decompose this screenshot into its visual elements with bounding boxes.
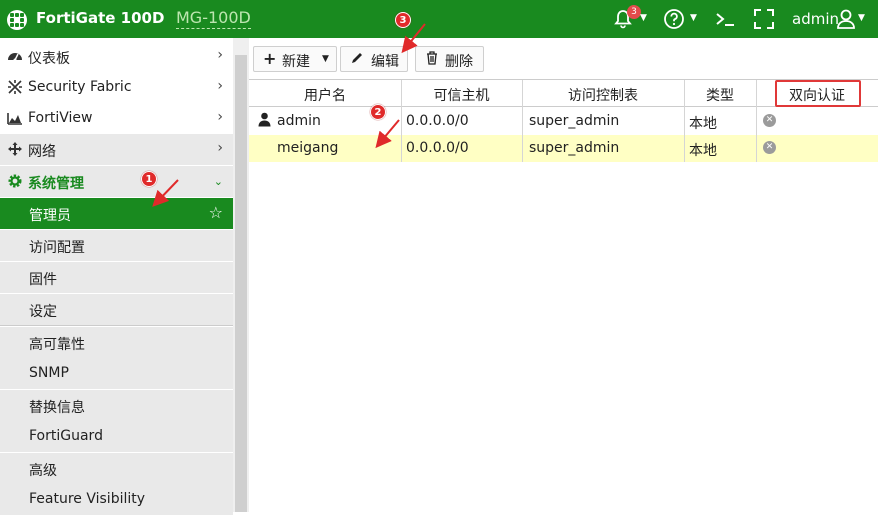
column-header-type[interactable]: 类型 [684,85,756,105]
annotation-marker-2: 2 [370,104,386,120]
device-model-link[interactable]: MG-100D [176,8,251,29]
sidebar-subitem-replacement-messages[interactable]: 替换信息 [0,390,233,421]
sidebar-item-label: 系统管理 [28,176,84,192]
sidebar-item-label: 替换信息 [29,400,85,416]
fullscreen-icon[interactable] [753,8,775,32]
cell-type: 本地 [689,143,717,159]
cli-console-icon[interactable] [714,8,736,32]
chevron-right-icon: › [217,109,223,125]
sidebar-item-label: 固件 [29,272,57,288]
notification-count-badge: 3 [627,5,641,19]
chevron-down-icon: ▼ [858,13,865,23]
cell-profile: super_admin [529,140,620,156]
sidebar-item-label: Feature Visibility [29,491,146,507]
disabled-x-icon: ✕ [763,141,776,154]
star-icon[interactable]: ☆ [209,203,223,222]
security-fabric-icon [7,79,23,95]
sidebar-item-network[interactable]: 网络 › [0,134,233,165]
edit-button-label: 编辑 [371,54,399,70]
sidebar-item-system[interactable]: 系统管理 ⌄ [0,166,233,197]
sidebar-item-dashboard[interactable]: 仪表板 › [0,41,233,72]
plus-icon: + [263,49,277,68]
sidebar-item-security-fabric[interactable]: Security Fabric › [0,72,233,103]
chevron-right-icon: › [217,47,223,63]
sidebar-item-label: SNMP [29,365,69,381]
sidebar-item-label: 高可靠性 [29,337,85,353]
column-divider [401,80,402,162]
sidebar-subitem-fortiguard[interactable]: FortiGuard [0,421,233,452]
sidebar-subitem-ha[interactable]: 高可靠性 [0,327,233,358]
new-button[interactable]: + 新建 ▼ [253,46,337,72]
gear-icon [7,173,23,189]
annotation-marker-3: 3 [395,12,411,28]
sidebar-subitem-firmware[interactable]: 固件 [0,262,233,293]
network-icon [7,141,23,157]
sidebar-item-label: 高级 [29,463,57,479]
sidebar-divider [0,325,233,326]
annotation-marker-1: 1 [141,171,157,187]
sidebar-subitem-snmp[interactable]: SNMP [0,358,233,389]
delete-button-label: 删除 [445,54,473,70]
user-menu-label[interactable]: admin [792,10,839,28]
sidebar-item-label: 设定 [29,304,57,320]
cell-trusted-host: 0.0.0.0/0 [406,140,469,156]
column-header-username[interactable]: 用户名 [249,85,401,105]
chevron-down-icon: ▼ [640,13,647,23]
help-icon[interactable] [663,8,685,32]
sidebar-subitem-admin-profiles[interactable]: 访问配置 [0,230,233,261]
sidebar-item-label: Security Fabric [28,79,132,95]
sidebar: 仪表板 › Security Fabric › FortiView › 网络 ›… [0,38,233,515]
fortinet-logo-icon [7,10,27,30]
delete-button[interactable]: 删除 [415,46,484,72]
table-row[interactable]: meigang 0.0.0.0/0 super_admin 本地 ✕ [249,135,878,162]
user-icon[interactable] [836,8,856,32]
cell-trusted-host: 0.0.0.0/0 [406,113,469,129]
sidebar-item-label: FortiGuard [29,428,103,444]
top-bar: FortiGate 100D MG-100D 3 ▼ ▼ admin ▼ [0,0,878,38]
chevron-down-icon: ▼ [322,54,329,64]
sidebar-subitem-advanced[interactable]: 高级 [0,453,233,484]
column-divider [756,80,757,162]
dashboard-icon [7,48,23,64]
sidebar-scrollbar-thumb[interactable] [235,55,247,512]
pencil-icon [350,51,364,69]
fortiview-icon [7,110,23,126]
cell-type: 本地 [689,116,717,132]
brand-title: FortiGate 100D [36,9,165,27]
highlight-box [775,80,861,107]
chevron-right-icon: › [217,140,223,156]
sidebar-item-label: 访问配置 [29,240,85,256]
user-icon [258,112,271,131]
column-header-admin-profile[interactable]: 访问控制表 [522,85,684,105]
sidebar-item-label: 仪表板 [28,51,70,67]
sidebar-subitem-feature-visibility[interactable]: Feature Visibility [0,484,233,515]
cell-profile: super_admin [529,113,620,129]
cell-username: admin [277,113,321,129]
sidebar-item-label: FortiView [28,110,93,126]
sidebar-subitem-administrators[interactable]: 管理员 ☆ [0,198,233,229]
table-row[interactable]: admin 0.0.0.0/0 super_admin 本地 ✕ [249,108,878,135]
disabled-x-icon: ✕ [763,114,776,127]
column-divider [522,80,523,162]
chevron-down-icon: ⌄ [213,175,223,188]
cell-username: meigang [277,140,339,156]
chevron-down-icon: ▼ [690,13,697,23]
sidebar-item-label: 管理员 [29,208,71,224]
main-content: + 新建 ▼ 编辑 删除 用户名 可信主机 访问控制表 类型 双向认证 admi… [249,38,878,512]
trash-icon [426,51,438,69]
sidebar-subitem-settings[interactable]: 设定 [0,294,233,325]
sidebar-item-label: 网络 [28,144,56,160]
edit-button[interactable]: 编辑 [340,46,408,72]
column-header-trusted-hosts[interactable]: 可信主机 [401,85,522,105]
sidebar-item-fortiview[interactable]: FortiView › [0,103,233,134]
chevron-right-icon: › [217,78,223,94]
new-button-label: 新建 [282,54,310,70]
column-divider [684,80,685,162]
